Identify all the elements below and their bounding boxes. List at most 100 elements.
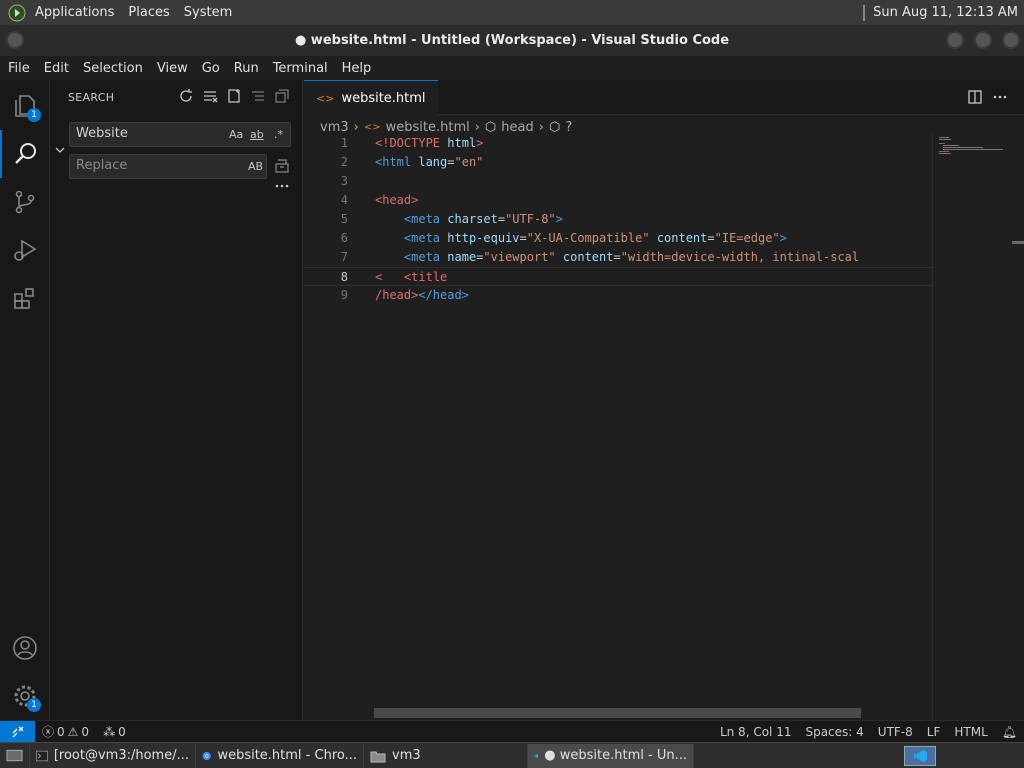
extensions-button[interactable] <box>0 274 50 322</box>
breadcrumb-unknown[interactable]: ? <box>565 120 572 135</box>
match-whole-word-toggle[interactable]: ab <box>250 128 264 141</box>
taskbar-terminal[interactable]: [root@vm3:/home/... <box>30 743 196 768</box>
end-of-line[interactable]: LF <box>920 725 948 739</box>
code-text: < <title <box>375 270 448 284</box>
minimize-button[interactable] <box>946 31 964 49</box>
menu-file[interactable]: File <box>1 61 37 76</box>
vertical-scrollbar[interactable] <box>1012 241 1024 244</box>
taskbar-chrome[interactable]: website.html - Chro... <box>196 743 364 768</box>
encoding[interactable]: UTF-8 <box>871 725 920 739</box>
toggle-replace-icon[interactable] <box>54 144 66 156</box>
line-number: 6 <box>340 231 348 245</box>
menu-terminal[interactable]: Terminal <box>266 61 335 76</box>
menu-edit[interactable]: Edit <box>37 61 76 76</box>
view-as-tree-icon[interactable] <box>250 88 266 104</box>
split-editor-icon[interactable] <box>968 90 982 104</box>
sidebar-actions <box>178 88 290 104</box>
language-mode[interactable]: HTML <box>947 725 994 739</box>
menu-go[interactable]: Go <box>195 61 227 76</box>
folder-icon <box>370 751 386 762</box>
ports-indicator[interactable]: ⁂ 0 <box>96 725 133 739</box>
explorer-button[interactable]: 1 <box>0 82 50 130</box>
indentation[interactable]: Spaces: 4 <box>798 725 870 739</box>
chevron-right-icon: › <box>353 119 359 135</box>
menu-selection[interactable]: Selection <box>76 61 150 76</box>
applications-menu[interactable]: Applications <box>28 5 121 20</box>
taskbar-vscode[interactable]: ● website.html - Un... <box>528 743 694 768</box>
vscode-icon <box>534 753 539 758</box>
run-debug-button[interactable] <box>0 226 50 274</box>
menu-run[interactable]: Run <box>227 61 266 76</box>
extensions-icon <box>14 288 34 309</box>
line-number: 8 <box>340 270 348 284</box>
element-icon: ⬡ <box>484 119 497 135</box>
line-number: 7 <box>340 250 348 264</box>
breadcrumb-folder[interactable]: vm3 <box>320 120 349 135</box>
bell-icon[interactable]: 🔔︎ <box>995 725 1024 739</box>
code-text: <html lang="en" <box>375 155 484 169</box>
run-debug-icon <box>14 239 37 261</box>
preserve-case-toggle[interactable]: AB <box>248 160 263 173</box>
line-number: 9 <box>340 288 348 302</box>
html-file-icon: <> <box>316 91 335 105</box>
warning-count: 0 <box>81 724 90 739</box>
breadcrumb-file[interactable]: website.html <box>386 120 470 135</box>
applications-icon[interactable] <box>0 4 28 22</box>
status-bar: ⓧ 0 ⚠ 0 ⁂ 0 Ln 8, Col 11 Spaces: 4 UTF-8 LF… <box>0 720 1024 743</box>
manage-button[interactable]: 1 <box>0 672 50 720</box>
refresh-icon[interactable] <box>178 88 194 104</box>
minimap-preview <box>939 137 1003 154</box>
system-menu[interactable]: System <box>177 5 239 20</box>
code-editor[interactable]: 1 <!DOCTYPE html> 2 <html lang="en" 3 4 <he… <box>304 134 934 305</box>
taskbar-file-manager[interactable]: vm3 <box>364 743 528 768</box>
match-case-toggle[interactable]: Aa <box>229 128 243 141</box>
accounts-button[interactable] <box>0 624 50 672</box>
source-control-button[interactable] <box>0 178 50 226</box>
use-regex-toggle[interactable]: .* <box>274 128 283 141</box>
taskbar-label: [root@vm3:/home/... <box>53 748 189 763</box>
places-menu[interactable]: Places <box>121 5 176 20</box>
workspace-switcher[interactable] <box>904 745 936 766</box>
breadcrumb-head[interactable]: head <box>501 120 533 135</box>
clock[interactable]: Sun Aug 11, 12:13 AM <box>873 5 1018 20</box>
broadcast-icon: ⁂ <box>103 724 116 739</box>
minimap[interactable] <box>932 134 1024 720</box>
editor-area: <> website.html vm3 › <> website.html › … <box>304 80 1024 720</box>
menu-view[interactable]: View <box>150 61 195 76</box>
tab-label: website.html <box>341 90 426 106</box>
menu-help[interactable]: Help <box>335 61 379 76</box>
search-button[interactable] <box>0 130 50 178</box>
account-icon <box>13 636 37 660</box>
replace-input[interactable]: Replace AB <box>69 154 267 179</box>
window-menu-button[interactable] <box>6 31 24 49</box>
new-search-editor-icon[interactable] <box>226 88 242 104</box>
explorer-badge: 1 <box>27 108 41 122</box>
source-control-icon <box>15 190 35 214</box>
separator-icon <box>863 4 866 21</box>
activity-bar: 1 1 <box>0 80 50 720</box>
code-line: 1 <!DOCTYPE html> <box>304 134 934 153</box>
maximize-button[interactable] <box>974 31 992 49</box>
editor-tabs: <> website.html <box>304 80 1024 115</box>
code-text: <!DOCTYPE html> <box>375 136 484 150</box>
settings-badge: 1 <box>27 698 41 712</box>
tab-website-html[interactable]: <> website.html <box>304 80 438 115</box>
close-button[interactable] <box>1002 31 1020 49</box>
code-text: <meta name="viewport" content="width=dev… <box>403 250 860 264</box>
cursor-position[interactable]: Ln 8, Col 11 <box>713 725 799 739</box>
line-number: 5 <box>340 212 348 226</box>
problems-indicator[interactable]: ⓧ 0 ⚠ 0 <box>35 723 96 740</box>
clear-results-icon[interactable] <box>202 88 218 104</box>
replace-all-icon[interactable] <box>274 158 290 174</box>
more-icon[interactable] <box>992 94 1008 100</box>
taskbar: [root@vm3:/home/... website.html - Chro.… <box>0 742 1024 768</box>
show-desktop-button[interactable] <box>0 743 30 768</box>
horizontal-scrollbar[interactable] <box>374 708 861 718</box>
more-actions-icon[interactable] <box>274 182 290 190</box>
remote-indicator[interactable] <box>0 720 35 743</box>
taskbar-label: ● website.html - Un... <box>544 748 687 763</box>
collapse-all-icon[interactable] <box>274 88 290 104</box>
search-input[interactable]: Website Aa ab .* <box>69 122 291 147</box>
code-line: 7 <meta name="viewport" content="width=d… <box>304 248 934 267</box>
chevron-right-icon: › <box>538 119 544 135</box>
